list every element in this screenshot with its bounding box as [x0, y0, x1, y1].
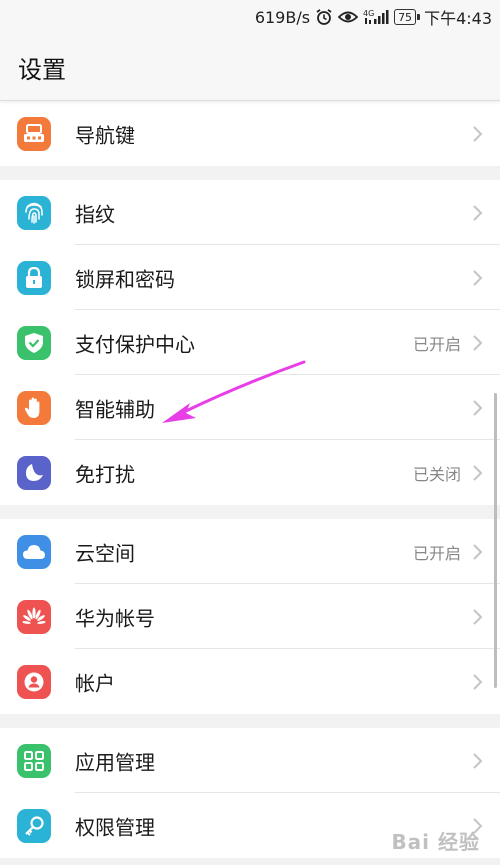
- settings-item-label: 应用管理: [75, 750, 155, 774]
- status-icons: 619B/s 4G 75 下午4:43: [254, 6, 492, 29]
- settings-item-accounts[interactable]: 帐户: [0, 649, 500, 714]
- settings-item-label: 支付保护中心: [75, 332, 195, 356]
- settings-group-2: 指纹 锁屏和密码 支付保护中心 已开启 智能辅助 免打扰 已关闭: [0, 180, 500, 505]
- eye-comfort-icon: [338, 9, 359, 25]
- page-title: 设置: [18, 56, 66, 84]
- settings-item-label: 免打扰: [75, 462, 135, 486]
- chevron-right-icon: [473, 752, 483, 769]
- clock-time: 下午4:43: [424, 9, 492, 28]
- settings-item-cloud[interactable]: 云空间 已开启: [0, 519, 500, 584]
- chevron-right-icon: [473, 204, 483, 221]
- settings-item-status: 已关闭: [412, 464, 461, 484]
- app-header: 设置: [0, 34, 500, 101]
- chevron-right-icon: [473, 269, 483, 286]
- chevron-right-icon: [473, 608, 483, 625]
- settings-item-lock-screen[interactable]: 锁屏和密码: [0, 245, 500, 310]
- battery-level: 75: [398, 10, 413, 24]
- shield-check-icon: [17, 325, 51, 360]
- settings-item-label: 云空间: [75, 541, 135, 565]
- scrollbar[interactable]: [494, 393, 497, 688]
- settings-item-label: 锁屏和密码: [75, 267, 175, 291]
- status-bar: 619B/s 4G 75 下午4:43: [0, 0, 500, 34]
- settings-item-label: 权限管理: [75, 815, 155, 839]
- watermark-text: Bai 经验: [391, 830, 480, 854]
- settings-group-3: 云空间 已开启 华为帐号 帐户: [0, 519, 500, 714]
- settings-item-app-management[interactable]: 应用管理: [0, 728, 500, 793]
- moon-icon: [17, 455, 51, 490]
- settings-item-status: 已开启: [412, 543, 461, 563]
- chevron-right-icon: [473, 464, 483, 481]
- settings-item-navigation-key[interactable]: 导航键: [0, 101, 500, 166]
- key-icon: [17, 808, 51, 843]
- settings-item-smart-assistance[interactable]: 智能辅助: [0, 375, 500, 440]
- app-grid-icon: [17, 743, 51, 778]
- chevron-right-icon: [473, 334, 483, 351]
- settings-item-status: 已开启: [412, 334, 461, 354]
- cloud-icon: [17, 534, 51, 569]
- settings-item-do-not-disturb[interactable]: 免打扰 已关闭: [0, 440, 500, 505]
- settings-list[interactable]: 导航键 指纹 锁屏和密码 支付保护中心 已开启 智能辅助 免打扰 已关闭 云空间…: [0, 80, 500, 858]
- hand-icon: [17, 390, 51, 425]
- alarm-icon: [315, 8, 333, 26]
- settings-item-payment-protection[interactable]: 支付保护中心 已开启: [0, 310, 500, 375]
- chevron-right-icon: [473, 673, 483, 690]
- chevron-right-icon: [473, 399, 483, 416]
- navigation-bar-icon: [17, 116, 51, 151]
- lock-icon: [17, 260, 51, 295]
- fingerprint-icon: [17, 195, 51, 230]
- settings-item-label: 导航键: [75, 123, 135, 147]
- battery-icon: 75: [394, 9, 421, 25]
- settings-item-label: 华为帐号: [75, 606, 155, 630]
- settings-item-fingerprint[interactable]: 指纹: [0, 180, 500, 245]
- settings-item-label: 智能辅助: [75, 397, 155, 421]
- network-speed: 619B/s: [254, 7, 311, 27]
- chevron-right-icon: [473, 125, 483, 142]
- settings-item-label: 指纹: [75, 202, 115, 226]
- chevron-right-icon: [473, 543, 483, 560]
- user-account-icon: [17, 664, 51, 699]
- signal-4g-icon: 4G: [363, 8, 389, 26]
- huawei-logo-icon: [17, 599, 51, 634]
- network-type-label: 4G: [363, 9, 374, 18]
- settings-item-label: 帐户: [75, 671, 115, 695]
- settings-item-huawei-account[interactable]: 华为帐号: [0, 584, 500, 649]
